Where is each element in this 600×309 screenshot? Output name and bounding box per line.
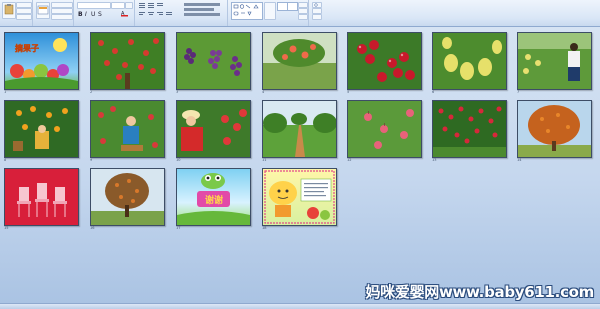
svg-text:B: B (78, 11, 83, 17)
picker-2-photo (91, 101, 164, 157)
slide-thumb-14[interactable] (517, 100, 592, 158)
paragraph-group (135, 0, 228, 26)
orchard-path-photo (263, 101, 336, 157)
apple-orchard-photo (433, 101, 506, 157)
ribbon: B I U S A (0, 0, 600, 27)
editing-label (309, 21, 345, 26)
slide-thumb-17[interactable]: 谢谢 (176, 168, 251, 226)
red-apples-photo (348, 33, 421, 89)
quick-style-2[interactable] (287, 2, 298, 11)
hanging-apples-photo (348, 101, 421, 157)
svg-text:谢谢: 谢谢 (205, 194, 223, 206)
slide-number-16: 16 (90, 226, 95, 230)
slide-number-1: 1 (4, 90, 7, 94)
woman-picking-photo (177, 101, 250, 157)
slide-thumb-18[interactable] (262, 168, 337, 226)
slide-thumb-15[interactable] (4, 168, 79, 226)
slide-number-11: 11 (262, 158, 267, 162)
thanks-slide-art: 谢谢 (177, 173, 250, 225)
slide-number-12: 12 (347, 158, 352, 162)
new-slide-icon (37, 5, 49, 15)
peach-photo (263, 33, 336, 89)
shapes-gallery[interactable] (231, 2, 263, 20)
picker-photo (518, 33, 591, 89)
slide-number-10: 10 (176, 158, 181, 162)
slide-number-13: 13 (432, 158, 437, 162)
slide-thumb-13[interactable] (432, 100, 507, 158)
slide-thumb-11[interactable] (262, 100, 337, 158)
slide-thumb-7[interactable] (517, 32, 592, 90)
slide-number-14: 14 (517, 158, 522, 162)
editing-group (309, 0, 345, 26)
slides-group (33, 0, 74, 26)
drawing-label (228, 21, 308, 26)
new-slide-button[interactable] (36, 2, 50, 19)
slide-thumb-3[interactable] (176, 32, 251, 90)
slide-number-15: 15 (4, 226, 9, 230)
slide-thumb-5[interactable] (347, 32, 422, 90)
paste-icon (4, 4, 14, 15)
apple-tree-photo (91, 33, 164, 89)
font-group: B I U S A (74, 0, 135, 26)
slide-thumb-10[interactable] (176, 100, 251, 158)
title-slide-art: 摘果子 (5, 38, 78, 89)
font-format-icons: B I U S A (78, 11, 128, 17)
format-painter-button[interactable] (16, 14, 32, 20)
shapes-icon (233, 4, 259, 16)
slide-thumb-9[interactable] (90, 100, 165, 158)
slide-number-6: 6 (432, 90, 435, 94)
find-icon (314, 3, 318, 7)
shape-effects-button[interactable] (298, 14, 308, 20)
slide-number-8: 8 (4, 158, 7, 162)
font-name-select[interactable] (77, 2, 111, 9)
slide-number-18: 18 (262, 226, 267, 230)
slide-number-3: 3 (176, 90, 179, 94)
slide-thumb-6[interactable] (432, 32, 507, 90)
grow-font-button[interactable] (125, 2, 133, 9)
slide-number-2: 2 (90, 90, 93, 94)
slide-number-17: 17 (176, 226, 181, 230)
font-size-select[interactable] (111, 2, 125, 9)
orange-tree-photo (5, 101, 78, 157)
slide-thumb-16[interactable] (90, 168, 165, 226)
red-chairs-photo (5, 169, 78, 225)
paragraph-label (135, 21, 227, 26)
slide-thumb-2[interactable] (90, 32, 165, 90)
clipboard-label (0, 21, 32, 26)
svg-text:摘果子: 摘果子 (15, 43, 39, 53)
watermark: 妈咪爱婴网www.baby611.com (365, 283, 594, 301)
slide-thumb-12[interactable] (347, 100, 422, 158)
grapes-photo (177, 33, 250, 89)
select-button[interactable] (312, 14, 322, 20)
svg-text:U: U (91, 11, 95, 17)
delete-slide-button[interactable] (51, 14, 73, 20)
slide-number-7: 7 (517, 90, 520, 94)
pears-photo (433, 33, 506, 89)
clipboard-group (0, 0, 33, 26)
svg-text:I: I (85, 11, 87, 17)
fruit-tree-photo (91, 169, 164, 225)
cartoon-slide-art (264, 170, 335, 224)
arrange-button[interactable] (264, 2, 276, 20)
slide-number-5: 5 (347, 90, 350, 94)
svg-text:A: A (121, 11, 125, 17)
svg-text:S: S (98, 11, 102, 17)
drawing-group (228, 0, 309, 26)
slide-thumb-1[interactable]: 摘果子 (4, 32, 79, 90)
slide-thumb-8[interactable] (4, 100, 79, 158)
paste-button[interactable] (2, 2, 16, 19)
slides-label (33, 21, 73, 26)
persimmon-tree-photo (518, 101, 591, 157)
slide-thumb-4[interactable] (262, 32, 337, 90)
font-label (74, 21, 134, 26)
slide-number-4: 4 (262, 90, 265, 94)
slide-number-9: 9 (90, 158, 93, 162)
slide-sorter: 摘果子 1 2 3 4 5 6 7 8 9 10 11 12 13 14 15 … (0, 27, 600, 303)
status-bar (0, 303, 600, 309)
paragraph-icons (139, 3, 220, 16)
